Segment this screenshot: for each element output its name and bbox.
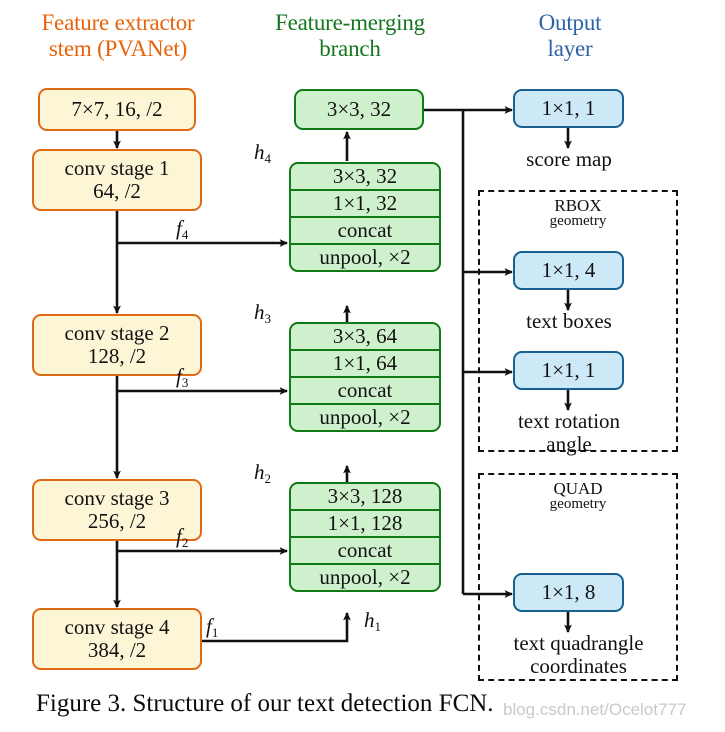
column-title-merging-line1: Feature-merging: [275, 10, 425, 35]
column-title-output-line2: layer: [547, 35, 593, 61]
feature-label-f4-name: f: [176, 216, 182, 240]
feature-label-f3-sub: 3: [181, 375, 189, 390]
output-caption-text-rotation-angle: text rotation angle: [484, 410, 654, 455]
merging-label-h2-name: h: [254, 460, 265, 484]
stem-node-conv-stage-4-line1: conv stage 4: [64, 615, 170, 640]
output-node-score-map-label: 1×1, 1: [541, 96, 596, 121]
column-title-output: Output layer: [495, 10, 645, 62]
figure-container: Feature extractor stem (PVANet) Feature-…: [0, 0, 725, 732]
rbox-geometry-title-line2: geometry: [549, 213, 607, 229]
column-title-merging-line2: branch: [319, 35, 381, 61]
merging-label-h2-sub: 2: [264, 471, 272, 486]
output-caption-score-map: score map: [526, 147, 612, 171]
output-node-text-rotation-angle[interactable]: 1×1, 1: [513, 351, 624, 390]
merging-stack-h4-row-conv3x3: 3×3, 32: [291, 164, 439, 191]
stem-node-conv7x7-line1: 7×7, 16, /2: [71, 97, 163, 122]
merging-stack-h2-row-conv3x3: 3×3, 128: [291, 484, 439, 511]
figure-caption: Figure 3. Structure of our text detectio…: [36, 690, 494, 717]
merging-stack-h2-row-unpool: unpool, ×2: [319, 565, 411, 589]
merging-head-node[interactable]: 3×3, 32: [294, 89, 424, 130]
feature-label-f2-name: f: [176, 524, 182, 548]
stem-node-conv-stage-3-line2: 256, /2: [87, 509, 147, 533]
merging-stack-h4[interactable]: 3×3, 32 1×1, 32 concat unpool, ×2: [289, 162, 441, 272]
merging-stack-h3-row-conv1x1: 1×1, 64: [291, 351, 439, 378]
quad-geometry-title: QUAD geometry: [498, 480, 658, 512]
output-caption-text-quadrangle-line1: text quadrangle: [513, 631, 644, 655]
stem-node-conv-stage-2-line2: 128, /2: [87, 344, 147, 368]
merging-label-h3-name: h: [254, 300, 265, 324]
column-title-output-line1: Output: [538, 10, 602, 35]
output-caption-text-quadrangle: text quadrangle coordinates: [481, 632, 676, 677]
output-node-text-quadrangle-label: 1×1, 8: [541, 580, 596, 605]
merging-stack-h4-row-conv1x1: 1×1, 32: [291, 191, 439, 218]
merging-label-h4-name: h: [254, 140, 265, 164]
output-caption-text-boxes: text boxes: [526, 309, 612, 333]
stem-node-conv-stage-2-line1: conv stage 2: [64, 321, 170, 346]
column-title-stem: Feature extractor stem (PVANet): [8, 10, 228, 62]
output-node-text-boxes-label: 1×1, 4: [541, 258, 596, 283]
merging-stack-h4-row-concat: concat: [291, 218, 439, 245]
stem-node-conv-stage-1-line1: conv stage 1: [64, 156, 170, 181]
output-caption-text-rotation-angle-line1: text rotation: [517, 409, 621, 433]
merging-label-h1-name: h: [364, 608, 375, 632]
merging-label-h4: h4: [254, 140, 272, 166]
output-node-score-map[interactable]: 1×1, 1: [513, 89, 624, 128]
stem-node-conv-stage-3-line1: conv stage 3: [64, 486, 170, 511]
merging-stack-h2-row-concat: concat: [291, 538, 439, 565]
merging-label-h2: h2: [254, 460, 272, 486]
column-title-stem-line1: Feature extractor: [41, 10, 195, 35]
merging-stack-h3-row-conv3x3: 3×3, 64: [291, 324, 439, 351]
feature-label-f2: f2: [176, 524, 189, 550]
quad-geometry-title-line2: geometry: [549, 496, 607, 512]
stem-node-conv-stage-4[interactable]: conv stage 4 384, /2: [32, 608, 202, 670]
merging-head-node-label: 3×3, 32: [326, 97, 392, 122]
merging-stack-h3-row-concat: concat: [291, 378, 439, 405]
output-caption-text-rotation-angle-line2: angle: [546, 431, 592, 456]
merging-stack-h2-row-conv1x1: 1×1, 128: [291, 511, 439, 538]
output-node-text-rotation-angle-label: 1×1, 1: [541, 358, 596, 383]
feature-label-f2-sub: 2: [181, 535, 189, 550]
feature-label-f1: f1: [206, 614, 219, 640]
watermark-text: blog.csdn.net/Ocelot777: [503, 700, 687, 719]
stem-node-conv-stage-1-line2: 64, /2: [93, 179, 141, 203]
output-node-text-quadrangle[interactable]: 1×1, 8: [513, 573, 624, 612]
feature-label-f3-name: f: [176, 364, 182, 388]
merging-stack-h4-row-unpool: unpool, ×2: [319, 245, 411, 269]
merging-label-h1-sub: 1: [374, 619, 382, 634]
rbox-geometry-title: RBOX geometry: [498, 197, 658, 229]
feature-label-f1-name: f: [206, 614, 212, 638]
stem-node-conv-stage-4-line2: 384, /2: [87, 638, 147, 662]
merging-label-h4-sub: 4: [264, 151, 272, 166]
feature-label-f3: f3: [176, 364, 189, 390]
merging-stack-h3-row-unpool: unpool, ×2: [319, 405, 411, 429]
feature-label-f1-sub: 1: [211, 625, 219, 640]
stem-node-conv7x7[interactable]: 7×7, 16, /2: [38, 88, 196, 131]
feature-label-f4: f4: [176, 216, 189, 242]
merging-stack-h3[interactable]: 3×3, 64 1×1, 64 concat unpool, ×2: [289, 322, 441, 432]
merging-stack-h2[interactable]: 3×3, 128 1×1, 128 concat unpool, ×2: [289, 482, 441, 592]
column-title-merging: Feature-merging branch: [250, 10, 450, 62]
merging-label-h1: h1: [364, 608, 382, 634]
column-title-stem-line2: stem (PVANet): [48, 35, 188, 61]
output-caption-text-quadrangle-line2: coordinates: [530, 653, 627, 678]
merging-label-h3: h3: [254, 300, 272, 326]
merging-label-h3-sub: 3: [264, 311, 272, 326]
output-node-text-boxes[interactable]: 1×1, 4: [513, 251, 624, 290]
feature-label-f4-sub: 4: [181, 227, 189, 242]
stem-node-conv-stage-1[interactable]: conv stage 1 64, /2: [32, 149, 202, 211]
